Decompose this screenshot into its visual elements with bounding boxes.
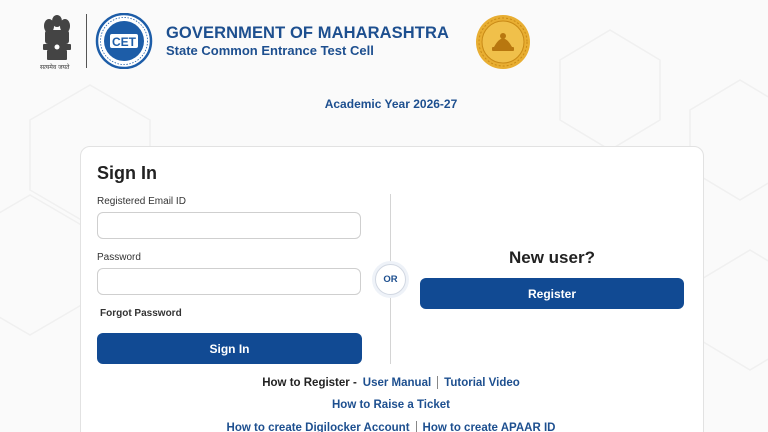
- forgot-password-link[interactable]: Forgot Password: [100, 308, 182, 319]
- tutorial-video-link[interactable]: Tutorial Video: [444, 377, 520, 389]
- site-header: सत्यमेव जयते CET GOVERNMENT OF MAHARASHT…: [0, 0, 768, 74]
- emblem-motto: सत्यमेव जयते: [40, 64, 70, 71]
- register-button[interactable]: Register: [420, 278, 684, 309]
- how-to-register-text: How to Register -: [262, 376, 357, 389]
- raise-ticket-link[interactable]: How to Raise a Ticket: [332, 399, 450, 411]
- email-label: Registered Email ID: [97, 196, 186, 207]
- cet-cell-logo-icon: CET: [95, 13, 153, 69]
- link-separator: [437, 376, 439, 389]
- account-help-row: How to create Digilocker Account How to …: [0, 421, 768, 432]
- svg-text:CET: CET: [112, 35, 137, 49]
- user-manual-link[interactable]: User Manual: [363, 377, 431, 389]
- header-separator: [86, 14, 87, 68]
- academic-year-label: Academic Year 2026-27: [324, 97, 458, 111]
- link-separator: [415, 421, 417, 432]
- apaar-link[interactable]: How to create APAAR ID: [423, 422, 556, 432]
- raise-ticket-row: How to Raise a Ticket: [0, 399, 768, 411]
- how-to-register-row: How to Register - User Manual Tutorial V…: [0, 376, 768, 389]
- page-title: GOVERNMENT OF MAHARASHTRA: [166, 24, 449, 42]
- password-label: Password: [97, 252, 141, 263]
- digilocker-link[interactable]: How to create Digilocker Account: [227, 422, 410, 432]
- sign-in-button[interactable]: Sign In: [97, 333, 362, 364]
- national-emblem-icon: [43, 15, 71, 60]
- maharashtra-seal-icon: [476, 15, 530, 69]
- signin-heading: Sign In: [97, 163, 157, 183]
- or-badge: OR: [375, 264, 406, 295]
- email-field[interactable]: [97, 212, 361, 239]
- new-user-heading: New user?: [509, 248, 595, 267]
- password-field[interactable]: [97, 268, 361, 295]
- page-subtitle: State Common Entrance Test Cell: [166, 43, 374, 58]
